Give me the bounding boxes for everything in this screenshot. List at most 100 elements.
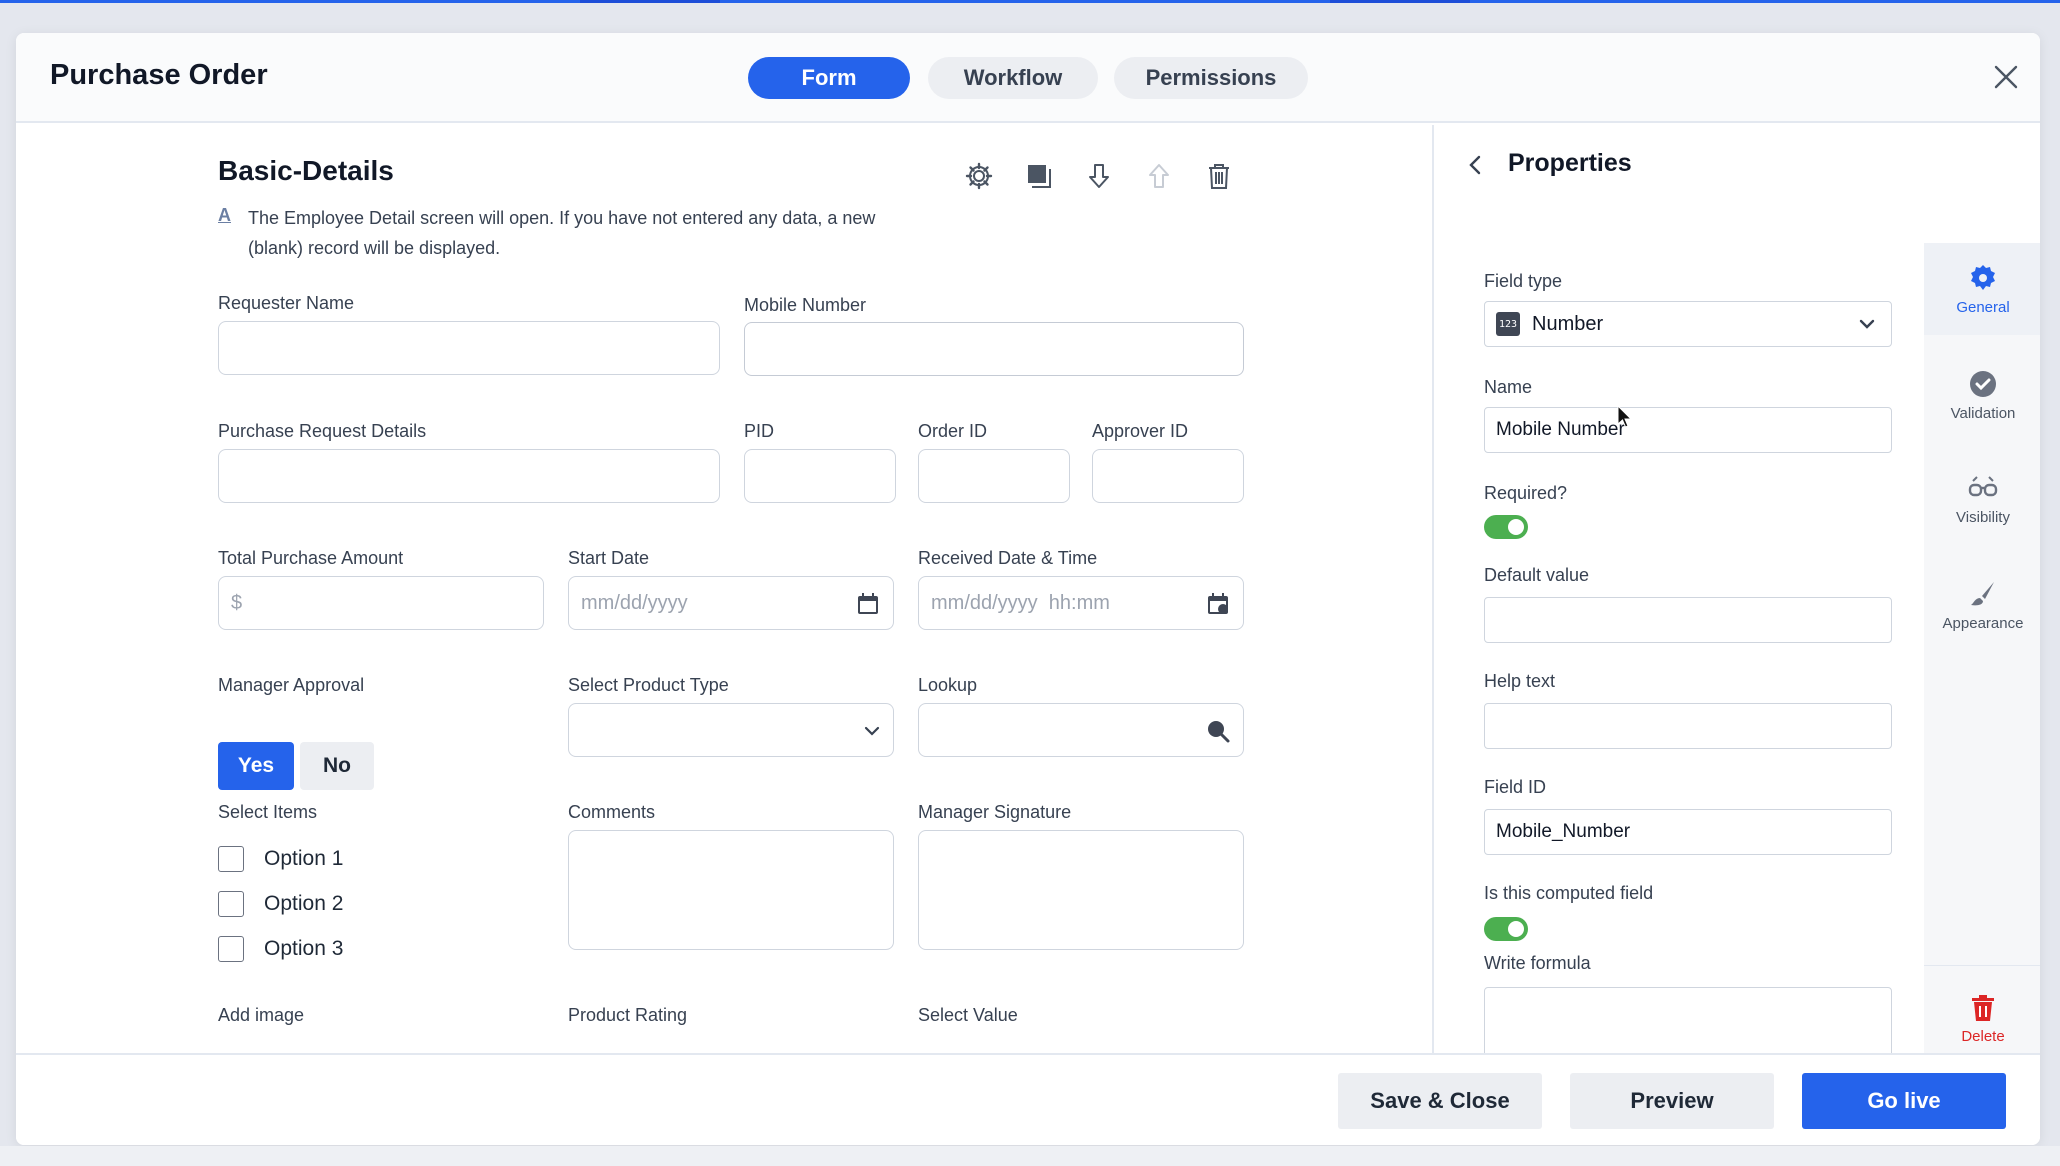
approver-id-label: Approver ID — [1092, 421, 1189, 441]
text-format-icon: A — [218, 205, 231, 225]
check-circle-icon — [1970, 370, 1996, 397]
tab-workflow[interactable]: Workflow — [928, 57, 1098, 99]
name-input[interactable]: Mobile Number — [1484, 407, 1892, 453]
form-canvas: Basic-Details A The Employee Detail scre… — [16, 125, 1432, 1101]
tab-form[interactable]: Form — [748, 57, 910, 99]
computed-field-toggle[interactable] — [1484, 917, 1528, 941]
purchase-order-modal: Purchase Order Form Workflow Permissions… — [16, 33, 2040, 1145]
total-purchase-amount-input[interactable]: $ — [218, 576, 544, 630]
comments-textarea[interactable] — [568, 830, 894, 950]
computed-field-label: Is this computed field — [1484, 883, 1654, 903]
side-tab-general[interactable]: General — [1924, 243, 2040, 335]
modal-title: Purchase Order — [50, 59, 268, 91]
option-1-checkbox[interactable]: Option 1 — [218, 844, 343, 874]
approval-no-button[interactable]: No — [300, 742, 374, 790]
calendar-clock-icon[interactable] — [1205, 591, 1231, 617]
field-id-input[interactable]: Mobile_Number — [1484, 809, 1892, 855]
gear-icon — [1971, 264, 1995, 290]
approval-yes-button[interactable]: Yes — [218, 742, 294, 790]
approver-id-input[interactable] — [1092, 449, 1244, 503]
side-tab-label: Delete — [1961, 1027, 2005, 1045]
select-items-label: Select Items — [218, 802, 318, 822]
option-label: Option 2 — [264, 892, 344, 915]
tab-permissions[interactable]: Permissions — [1114, 57, 1308, 99]
modal-footer: Save & Close Preview Go live — [16, 1053, 2040, 1145]
properties-side-tabs: General Validation Visibility Appearance… — [1924, 243, 2040, 1053]
option-label: Option 3 — [264, 937, 344, 960]
default-value-label: Default value — [1484, 565, 1590, 585]
default-value-input[interactable] — [1484, 597, 1892, 643]
select-product-type-label: Select Product Type — [568, 675, 729, 695]
gear-icon[interactable] — [964, 161, 994, 191]
top-accent-segment — [580, 0, 720, 3]
search-icon[interactable] — [1205, 718, 1231, 744]
manager-approval-label: Manager Approval — [218, 675, 365, 695]
preview-button[interactable]: Preview — [1570, 1073, 1774, 1129]
option-2-checkbox[interactable]: Option 2 — [218, 889, 343, 919]
requester-name-input[interactable] — [218, 321, 720, 375]
select-value-label: Select Value — [918, 1005, 1018, 1025]
go-live-button[interactable]: Go live — [1802, 1073, 2006, 1129]
side-tab-label: General — [1956, 298, 2010, 316]
mobile-number-label: Mobile Number — [744, 295, 867, 315]
checkbox-box[interactable] — [218, 891, 244, 917]
side-tabs-divider — [1924, 965, 2040, 966]
top-accent-line — [0, 0, 2060, 3]
side-tab-visibility[interactable]: Visibility — [1924, 453, 2040, 545]
calendar-icon[interactable] — [855, 591, 881, 617]
total-purchase-amount-label: Total Purchase Amount — [218, 548, 404, 568]
field-type-select[interactable]: 123 Number — [1484, 301, 1892, 347]
chevron-left-icon[interactable] — [1464, 153, 1488, 177]
trash-icon[interactable] — [1204, 161, 1234, 191]
checkbox-box[interactable] — [218, 846, 244, 872]
checkbox-box[interactable] — [218, 936, 244, 962]
lookup-input[interactable] — [918, 703, 1244, 757]
glasses-icon — [1968, 475, 1998, 496]
mouse-cursor-icon — [1617, 405, 1633, 428]
received-date-time-placeholder: mm/dd/yyyy hh:mm — [931, 591, 1110, 614]
field-type-label: Field type — [1484, 271, 1563, 291]
number-type-icon: 123 — [1496, 312, 1520, 336]
order-id-input[interactable] — [918, 449, 1070, 503]
brush-icon — [1971, 581, 1994, 605]
field-type-value: Number — [1532, 312, 1604, 335]
arrow-down-icon[interactable] — [1084, 161, 1114, 191]
copy-icon[interactable] — [1024, 161, 1054, 191]
received-date-time-input[interactable]: mm/dd/yyyy hh:mm — [918, 576, 1244, 630]
purchase-request-details-input[interactable] — [218, 449, 720, 503]
chevron-down-icon — [1859, 319, 1875, 329]
option-3-checkbox[interactable]: Option 3 — [218, 934, 343, 964]
pid-label: PID — [744, 421, 775, 441]
start-date-input[interactable]: mm/dd/yyyy — [568, 576, 894, 630]
section-description: The Employee Detail screen will open. If… — [248, 208, 876, 258]
pid-input[interactable] — [744, 449, 896, 503]
side-tab-label: Validation — [1950, 404, 2016, 422]
required-label: Required? — [1484, 483, 1568, 503]
comments-label: Comments — [568, 802, 656, 822]
close-icon[interactable] — [1990, 61, 2022, 93]
chevron-down-icon — [864, 726, 880, 736]
side-tab-label: Appearance — [1942, 614, 2024, 632]
write-formula-label: Write formula — [1484, 953, 1591, 973]
help-text-input[interactable] — [1484, 703, 1892, 749]
section-title: Basic-Details — [218, 155, 394, 186]
mobile-number-input[interactable] — [744, 322, 1244, 376]
manager-signature-label: Manager Signature — [918, 802, 1072, 822]
help-text-label: Help text — [1484, 671, 1556, 691]
top-accent-segment — [1330, 0, 1470, 3]
side-tab-validation[interactable]: Validation — [1924, 349, 2040, 441]
side-tab-delete[interactable]: Delete — [1924, 973, 2040, 1065]
start-date-placeholder: mm/dd/yyyy — [581, 591, 688, 614]
add-image-label: Add image — [218, 1005, 305, 1025]
purchase-request-details-label: Purchase Request Details — [218, 421, 427, 441]
side-tab-appearance[interactable]: Appearance — [1924, 559, 2040, 651]
option-label: Option 1 — [264, 847, 344, 870]
properties-panel: Properties Field type 123 Number Name Mo… — [1432, 125, 2040, 1073]
save-close-button[interactable]: Save & Close — [1338, 1073, 1542, 1129]
select-product-type-dropdown[interactable] — [568, 703, 894, 757]
required-toggle[interactable] — [1484, 515, 1528, 539]
requester-name-label: Requester Name — [218, 293, 355, 313]
manager-signature-pad[interactable] — [918, 830, 1244, 950]
arrow-up-icon[interactable] — [1144, 161, 1174, 191]
field-id-label: Field ID — [1484, 777, 1547, 797]
